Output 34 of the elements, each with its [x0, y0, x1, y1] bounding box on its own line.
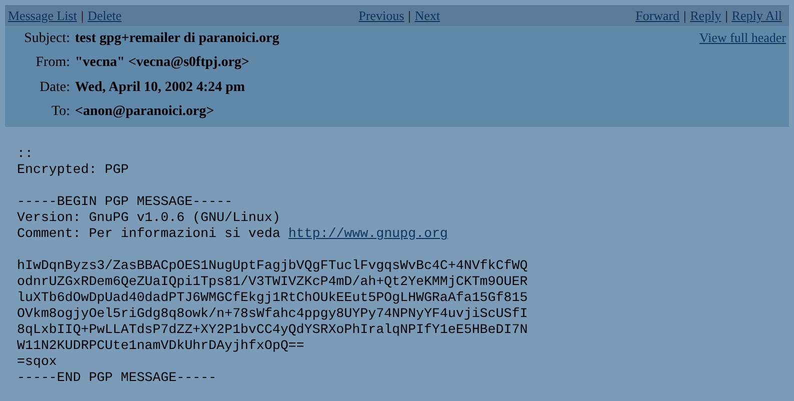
toolbar-link[interactable]: Forward — [635, 6, 680, 26]
message-line: hIwDqnByzs3/ZasBBACpOES1NugUptFagjbVQgFTuclFvgqsWvBc4C+4NVfkCfWQ — [17, 258, 528, 274]
field-value: Wed, April 10, 2002 4:24 pm — [75, 78, 245, 97]
separator: | — [80, 6, 84, 25]
message-line: W11N2KUDRPCUte1namVDkUhrDAyjhfxOpQ== — [17, 338, 304, 354]
message-line: Encrypted: PGP — [17, 162, 129, 178]
message-line: 8qLxbIIQ+PwLLATdsP7dZZ+XY2P1bvCC4yQdYSRXoPhIralqNPIfY1eE5HBeDI7N — [17, 322, 528, 338]
field-value: test gpg+remailer di paranoici.org — [75, 30, 280, 48]
message-line: -----END PGP MESSAGE----- — [17, 370, 216, 386]
field-label: To: — [50, 103, 71, 122]
toolbar-link[interactable]: Previous — [358, 6, 404, 26]
separator: | — [684, 6, 686, 25]
toolbar-link[interactable]: Message List — [8, 6, 77, 26]
view-full-header-link[interactable]: View full header — [699, 28, 786, 48]
message-line: -----BEGIN PGP MESSAGE----- — [17, 194, 232, 210]
message-line: =sqox — [17, 354, 57, 370]
field-value: <anon@paranoici.org> — [75, 103, 214, 122]
message-line: Comment: Per informazioni si veda — [17, 226, 280, 242]
toolbar-link[interactable]: Reply All — [732, 6, 782, 26]
message-line: odnrUZGxRDem6QeZUaIQpi1Tps81/V3TWIVZKcP4mD/ah+Qt2YeKMMjCKTm9OUER — [17, 274, 528, 290]
field-label: Date: — [38, 78, 71, 97]
separator: | — [725, 6, 728, 25]
message-line: OVkm8ogjyOel5riGdg8q8owk/n+78sWfahc4ppgy8UYPy74NPNyYF4uvjiScUSfI — [17, 306, 528, 322]
body-link[interactable]: http://www.gnupg.org — [288, 226, 448, 242]
field-value: "vecna" <vecna@s0ftpj.org> — [75, 54, 250, 72]
message-line: :: — [17, 146, 33, 162]
toolbar-link[interactable]: Reply — [690, 6, 722, 26]
message-line: Version: GnuPG v1.0.6 (GNU/Linux) — [17, 210, 280, 226]
separator: | — [408, 6, 411, 25]
message-line: luXTb6dOwDpUad40dadPTJ6WMGCfEkgj1RtChOUkEEut5POgLHWGRaAfa15Gf815 — [17, 290, 528, 306]
toolbar-link[interactable]: Next — [414, 6, 440, 26]
field-label: Subject: — [23, 30, 71, 48]
field-label: From: — [34, 54, 71, 72]
toolbar-link[interactable]: Delete — [88, 6, 122, 26]
